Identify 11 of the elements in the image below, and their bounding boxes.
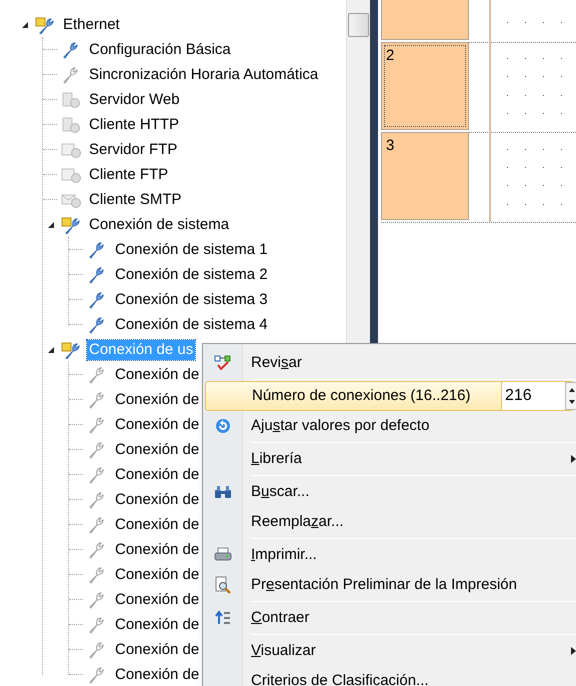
menu-item-label: Número de conexiones (16..216) xyxy=(252,386,470,406)
menu-item-label: Presentación Preliminar de la Impresión xyxy=(251,574,517,595)
menu-item-label: Ajustar valores por defecto xyxy=(251,416,430,436)
menu-item-label: Visualizar xyxy=(251,640,316,661)
menu-item-label: Reemplazar... xyxy=(251,512,344,532)
menu-item-label: Criterios de Clasificación... xyxy=(251,670,429,686)
menu-item-label: Imprimir... xyxy=(251,544,317,565)
menu-item-label: Buscar... xyxy=(251,482,310,502)
menu-item-label: Revisar xyxy=(251,352,302,373)
menu-item-label: Librería xyxy=(251,448,302,469)
menu-item-label: Contraer xyxy=(251,608,310,628)
